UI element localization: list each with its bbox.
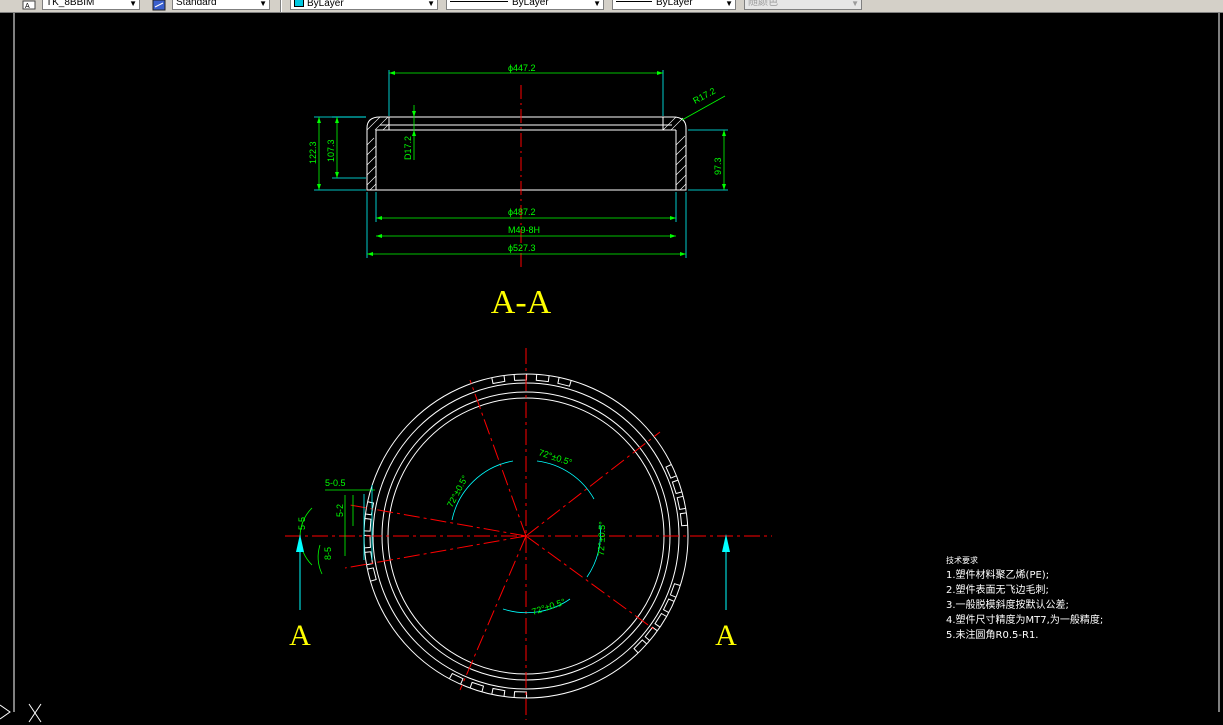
dim-angle-4: 72°±0.5° bbox=[531, 597, 567, 617]
color-swatch-icon bbox=[294, 0, 304, 7]
dim-notch-width: 5-0.5 bbox=[325, 478, 346, 488]
color-select[interactable]: ByLayer ▼ bbox=[290, 0, 438, 10]
note-item: 3.一般脱模斜度按默认公差; bbox=[946, 600, 1069, 611]
properties-toolbar: A TK_8BBIM ▼ Standard ▼ ByLayer ▼ ByLaye… bbox=[0, 0, 1223, 13]
note-item: 2.塑件表面无飞边毛刺; bbox=[946, 585, 1049, 596]
notes-title: 技术要求 bbox=[946, 556, 978, 565]
section-marker-left: A bbox=[289, 534, 311, 652]
linetype-preview-icon bbox=[450, 1, 508, 2]
right-wall-hatch bbox=[662, 116, 687, 191]
chevron-down-icon: ▼ bbox=[427, 0, 435, 8]
lineweight-select[interactable]: ByLayer ▼ bbox=[612, 0, 736, 10]
chevron-down-icon: ▼ bbox=[851, 0, 859, 8]
plotstyle-value: 随颜色 bbox=[748, 0, 778, 8]
dim-outer-diameter: ϕ527.3 bbox=[508, 243, 536, 253]
section-view: ϕ447.2 R17.2 ϕ487.2 M49-8H ϕ527.3 122.3 … bbox=[308, 63, 728, 321]
dim-top-diameter: ϕ447.2 bbox=[508, 63, 536, 73]
linetype-select[interactable]: ByLayer ▼ bbox=[446, 0, 604, 10]
centerlines bbox=[285, 348, 772, 720]
dim-lip-height: D17.2 bbox=[403, 136, 413, 160]
section-mark-left-label: A bbox=[289, 619, 311, 652]
linetype-value: ByLayer bbox=[512, 0, 549, 8]
dim-style-select[interactable]: Standard ▼ bbox=[172, 0, 270, 10]
dim-thread: M49-8H bbox=[508, 225, 540, 235]
text-style-select[interactable]: TK_8BBIM ▼ bbox=[42, 0, 140, 10]
ucs-icon bbox=[0, 703, 42, 723]
chevron-down-icon: ▼ bbox=[593, 0, 601, 8]
chevron-down-icon: ▼ bbox=[725, 0, 733, 8]
left-wall-hatch bbox=[366, 116, 390, 191]
chevron-down-icon: ▼ bbox=[259, 0, 267, 8]
text-style-value: TK_8BBIM bbox=[46, 0, 95, 8]
dim-inner-height: 107.3 bbox=[326, 139, 336, 162]
note-item: 4.塑件尺寸精度为MT7,为一般精度; bbox=[946, 615, 1104, 626]
rim-notch bbox=[513, 373, 528, 381]
section-mark-right-label: A bbox=[715, 619, 737, 652]
lineweight-preview-icon bbox=[616, 1, 652, 2]
dim-total-height: 122.3 bbox=[308, 141, 318, 164]
technical-notes: 技术要求 1.塑件材料聚乙烯(PE); 2.塑件表面无飞边毛刺; 3.一般脱模斜… bbox=[946, 556, 1103, 643]
section-title: A-A bbox=[491, 284, 552, 321]
rim-notch bbox=[363, 534, 371, 549]
plan-view: 72°±0.5° 72°±0.5° 72°±0.5° 72°±0.5° 5-0.… bbox=[285, 348, 772, 720]
dim-angle-3: 72°±0.5° bbox=[596, 521, 607, 556]
note-item: 5.未注圆角R0.5-R1. bbox=[946, 630, 1039, 641]
plotstyle-select[interactable]: 随颜色 ▼ bbox=[744, 0, 862, 10]
dim-notch-c: 8-5 bbox=[323, 547, 333, 560]
dim-notch-b: 5-2 bbox=[335, 504, 345, 517]
rim-notch bbox=[513, 691, 528, 699]
dim-notch-a: 5-5 bbox=[297, 517, 307, 530]
dim-style-icon[interactable] bbox=[152, 0, 166, 11]
dim-inner-diameter: ϕ487.2 bbox=[508, 207, 536, 217]
text-style-icon[interactable]: A bbox=[22, 0, 36, 10]
dim-style-value: Standard bbox=[176, 0, 217, 8]
lineweight-value: ByLayer bbox=[656, 0, 693, 8]
toolbar-separator bbox=[280, 0, 282, 12]
note-item: 1.塑件材料聚乙烯(PE); bbox=[946, 570, 1050, 581]
section-marker-right: A bbox=[715, 534, 737, 652]
dim-angle-2: 72°±0.5° bbox=[537, 447, 573, 467]
color-value: ByLayer bbox=[307, 0, 344, 9]
dim-right-height: 97.3 bbox=[713, 157, 723, 175]
svg-text:A: A bbox=[25, 3, 30, 10]
chevron-down-icon: ▼ bbox=[129, 0, 137, 8]
